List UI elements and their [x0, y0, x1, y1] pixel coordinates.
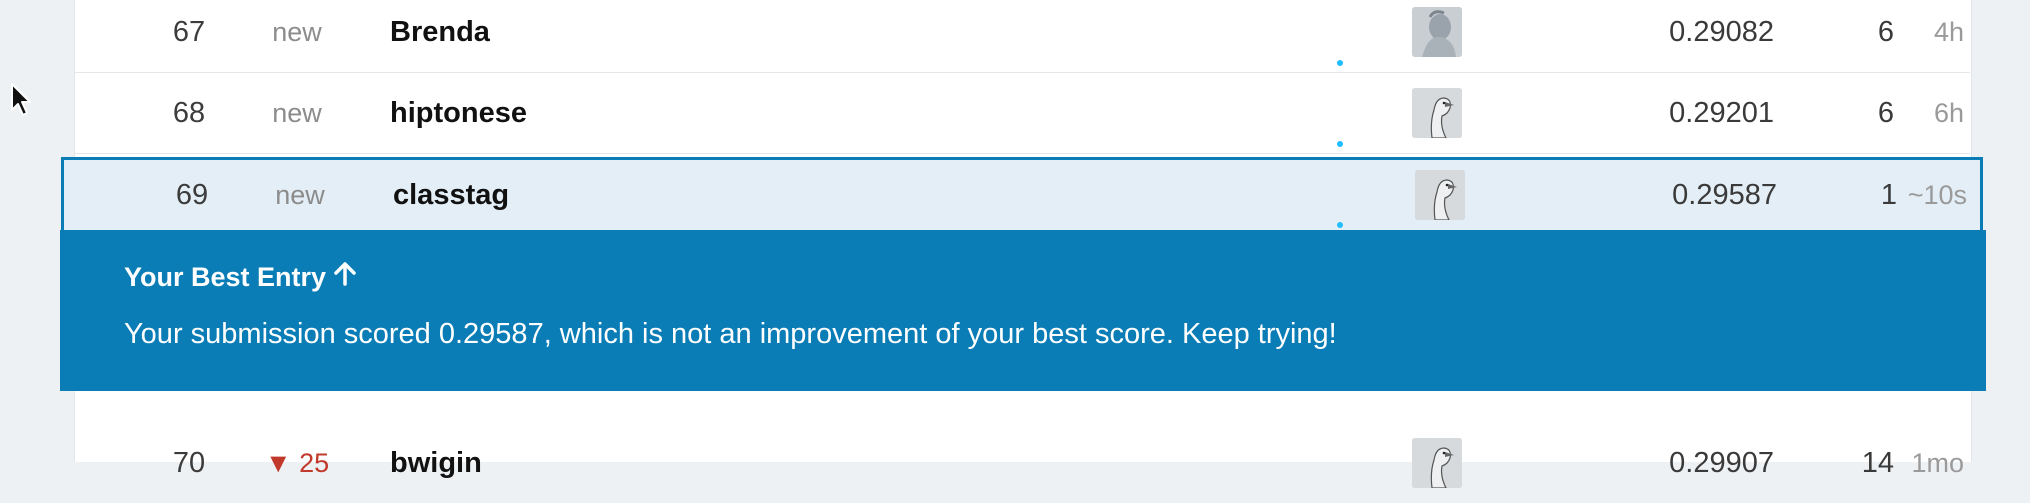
score-cell: 0.29201 — [1669, 96, 1774, 129]
portrait-avatar[interactable] — [1412, 7, 1462, 57]
banner-message: Your submission scored 0.29587, which is… — [124, 318, 1337, 350]
rank-cell: 69 — [175, 178, 209, 211]
leaderboard-row[interactable]: 68 new hiptonese 0.29201 6 6h — [74, 73, 1970, 154]
rank-cell: 67 — [172, 15, 206, 48]
team-name[interactable]: Brenda — [390, 0, 490, 72]
goose-avatar[interactable] — [1415, 170, 1465, 220]
entries-cell: 1 — [1880, 178, 1897, 211]
mouse-pointer-icon — [10, 82, 34, 123]
leaderboard-row[interactable]: 70 ▼ 25 bwigin 0.29907 14 1mo — [74, 423, 1970, 503]
last-submission-cell: 1mo — [1911, 447, 1964, 478]
banner-title-text: Your Best Entry — [124, 262, 327, 292]
avatar-cell[interactable] — [1410, 423, 1464, 503]
goose-avatar[interactable] — [1412, 88, 1462, 138]
goose-avatar[interactable] — [1412, 438, 1462, 488]
last-submission-cell: 6h — [1933, 97, 1964, 128]
last-submission-cell: ~10s — [1907, 179, 1967, 210]
avatar-cell[interactable] — [1413, 160, 1467, 230]
team-name[interactable]: classtag — [393, 160, 509, 230]
leaderboard-row-current[interactable]: 69 new classtag 0.29587 1 ~10s — [61, 157, 1983, 230]
last-submission-cell: 4h — [1933, 16, 1964, 47]
rank-change: new — [272, 97, 322, 128]
online-indicator — [1337, 60, 1343, 66]
rank-change: ▼ 25 — [264, 447, 330, 478]
avatar-cell[interactable] — [1410, 0, 1464, 72]
entries-cell: 6 — [1877, 96, 1894, 129]
team-name[interactable]: bwigin — [390, 423, 482, 503]
leaderboard-row[interactable]: 67 new Brenda 0.29082 6 4h — [74, 0, 1970, 73]
avatar-cell[interactable] — [1410, 73, 1464, 153]
best-entry-banner: Your Best Entry Your submission scored 0… — [60, 230, 1986, 391]
online-indicator — [1337, 141, 1343, 147]
score-cell: 0.29907 — [1669, 446, 1774, 479]
rank-change: new — [272, 16, 322, 47]
score-cell: 0.29587 — [1672, 178, 1777, 211]
arrow-up-icon — [334, 262, 356, 293]
online-indicator — [1337, 222, 1343, 228]
entries-cell: 6 — [1877, 15, 1894, 48]
rank-cell: 70 — [172, 446, 206, 479]
team-name[interactable]: hiptonese — [390, 73, 527, 153]
score-cell: 0.29082 — [1669, 15, 1774, 48]
rank-cell: 68 — [172, 96, 206, 129]
entries-cell: 14 — [1861, 446, 1894, 479]
banner-title: Your Best Entry — [124, 262, 356, 293]
rank-change: new — [275, 179, 325, 210]
